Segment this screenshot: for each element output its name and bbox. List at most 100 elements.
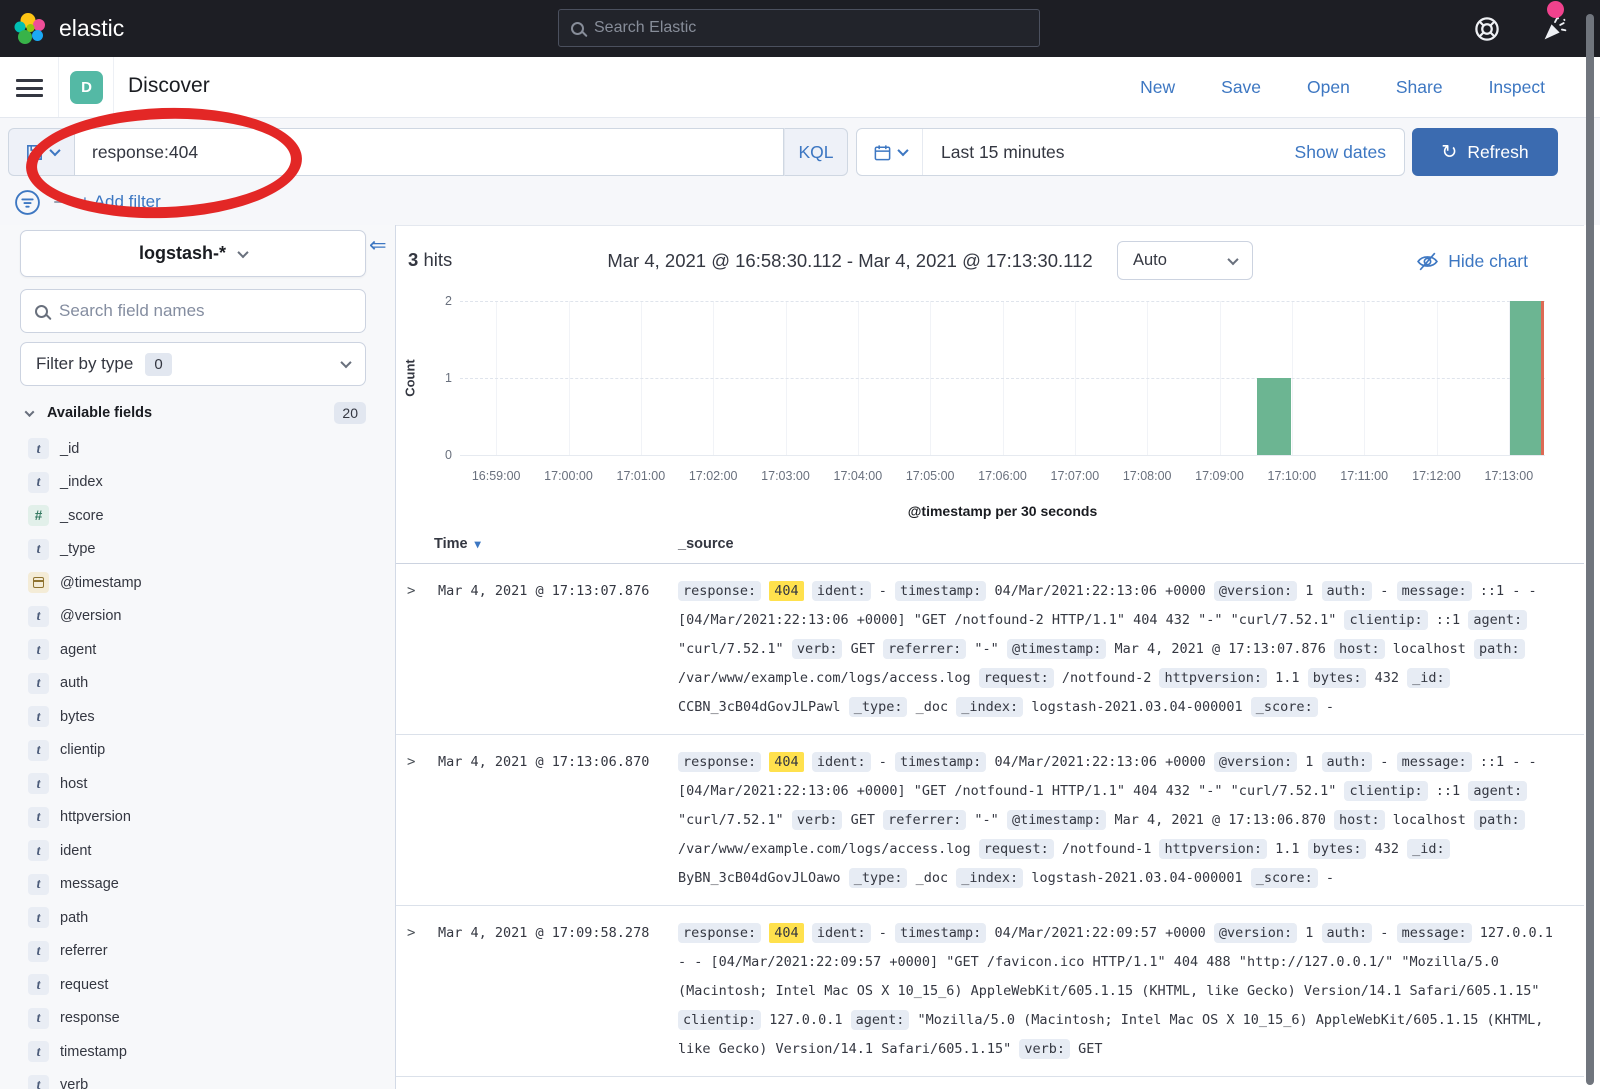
query-language-button[interactable]: KQL — [784, 128, 848, 176]
highlighted-value: 404 — [769, 581, 803, 601]
field-item-request[interactable]: trequest — [20, 968, 395, 1002]
filter-icon[interactable] — [14, 189, 41, 216]
time-range-label[interactable]: Last 15 minutes — [923, 142, 1065, 163]
field-search-input[interactable] — [59, 301, 351, 321]
field-item-host[interactable]: thost — [20, 767, 395, 801]
chevron-down-icon — [49, 145, 60, 156]
field-value: "-" — [974, 641, 998, 657]
query-input[interactable] — [92, 142, 766, 163]
nav-action-new[interactable]: New — [1140, 77, 1175, 98]
x-tick-label: 17:09:00 — [1195, 469, 1244, 483]
string-field-icon: t — [28, 606, 49, 627]
field-key-badge: host: — [1334, 639, 1385, 659]
nav-action-save[interactable]: Save — [1221, 77, 1261, 98]
global-search[interactable] — [558, 9, 1040, 47]
field-name: bytes — [60, 709, 95, 725]
field-item-@version[interactable]: t@version — [20, 600, 395, 634]
filter-by-type-select[interactable]: Filter by type 0 — [20, 342, 366, 386]
x-tick-label: 17:12:00 — [1412, 469, 1461, 483]
interval-select[interactable]: Auto — [1117, 241, 1253, 280]
x-axis-title: @timestamp per 30 seconds — [460, 503, 1545, 519]
field-item-_score[interactable]: #_score — [20, 499, 395, 533]
field-value: ::1 — [1436, 612, 1460, 628]
field-item-@timestamp[interactable]: @timestamp — [20, 566, 395, 600]
field-key-badge: @version: — [1214, 923, 1297, 943]
time-cell: Mar 4, 2021 @ 17:13:06.870 — [438, 748, 678, 893]
field-key-badge: request: — [979, 668, 1054, 688]
histogram-bar-17:09:30[interactable] — [1257, 378, 1291, 455]
field-item-auth[interactable]: tauth — [20, 667, 395, 701]
saved-query-menu-button[interactable] — [8, 128, 74, 176]
index-pattern-label: logstash-* — [139, 243, 226, 264]
field-key-badge: _type: — [849, 697, 908, 717]
table-row: >Mar 4, 2021 @ 17:09:58.278response: 404… — [396, 906, 1584, 1077]
field-item-clientip[interactable]: tclientip — [20, 734, 395, 768]
menu-hamburger-icon[interactable] — [16, 79, 43, 97]
add-filter-link[interactable]: + Add filter — [80, 192, 161, 212]
nav-action-open[interactable]: Open — [1307, 77, 1350, 98]
field-key-badge: timestamp: — [895, 923, 986, 943]
chevron-down-icon — [1227, 253, 1238, 264]
histogram-bar-17:13:00[interactable] — [1510, 301, 1544, 455]
field-key-badge: verb: — [1019, 1039, 1070, 1059]
available-fields-header[interactable]: Available fields 20 — [20, 397, 366, 429]
field-key-badge: @timestamp: — [1007, 810, 1106, 830]
field-item-agent[interactable]: tagent — [20, 633, 395, 667]
discover-app-badge[interactable]: D — [70, 71, 103, 104]
field-key-badge: bytes: — [1308, 668, 1367, 688]
x-tick-label: 17:03:00 — [761, 469, 810, 483]
field-item-_index[interactable]: t_index — [20, 466, 395, 500]
chevron-down-icon — [340, 357, 351, 368]
nav-action-inspect[interactable]: Inspect — [1489, 77, 1545, 98]
field-search[interactable] — [20, 289, 366, 333]
field-value: _doc — [916, 699, 949, 715]
time-cell: Mar 4, 2021 @ 17:09:58.278 — [438, 919, 678, 1064]
hits-label: hits — [423, 249, 452, 270]
scrollbar-thumb[interactable] — [1586, 14, 1594, 1085]
hide-chart-button[interactable]: Hide chart — [1416, 250, 1528, 273]
x-tick-label: 17:01:00 — [616, 469, 665, 483]
nav-action-share[interactable]: Share — [1396, 77, 1443, 98]
field-key-badge: _index: — [956, 868, 1023, 888]
field-value: _doc — [916, 870, 949, 886]
field-key-badge: httpversion: — [1159, 668, 1267, 688]
divider — [113, 57, 114, 117]
field-item-verb[interactable]: tverb — [20, 1069, 395, 1089]
date-quick-select-button[interactable] — [857, 129, 923, 175]
field-item-referrer[interactable]: treferrer — [20, 935, 395, 969]
field-name: @timestamp — [60, 575, 142, 591]
expand-row-button[interactable]: > — [402, 919, 438, 1064]
index-pattern-selector[interactable]: logstash-* — [20, 230, 366, 277]
newsfeed-party-popper-icon[interactable] — [1540, 14, 1570, 44]
field-key-badge: ident: — [812, 581, 871, 601]
field-item-ident[interactable]: tident — [20, 834, 395, 868]
expand-row-button[interactable]: > — [402, 577, 438, 722]
field-value: - — [1326, 870, 1334, 886]
field-item-message[interactable]: tmessage — [20, 868, 395, 902]
field-value: 432 — [1375, 670, 1399, 686]
global-search-input[interactable] — [594, 19, 1027, 37]
show-dates-link[interactable]: Show dates — [1295, 142, 1404, 163]
y-axis-title: Count — [403, 359, 418, 397]
field-item-bytes[interactable]: tbytes — [20, 700, 395, 734]
string-field-icon: t — [28, 840, 49, 861]
field-name: _id — [60, 441, 79, 457]
help-ring-icon[interactable] — [1472, 14, 1502, 44]
table-rows: >Mar 4, 2021 @ 17:13:07.876response: 404… — [396, 564, 1584, 1077]
field-item-path[interactable]: tpath — [20, 901, 395, 935]
expand-row-button[interactable]: > — [402, 748, 438, 893]
field-item-timestamp[interactable]: ttimestamp — [20, 1035, 395, 1069]
field-value: /notfound-1 — [1062, 841, 1151, 857]
field-item-_type[interactable]: t_type — [20, 533, 395, 567]
refresh-button[interactable]: ↻ Refresh — [1412, 128, 1558, 176]
column-header-time[interactable]: Time ▾ — [434, 536, 481, 552]
field-item-httpversion[interactable]: thttpversion — [20, 801, 395, 835]
collapse-sidebar-icon[interactable]: ⇐ — [369, 233, 387, 257]
field-name: clientip — [60, 742, 105, 758]
field-value: 1 — [1305, 754, 1313, 770]
field-key-badge: host: — [1334, 810, 1385, 830]
field-name: httpversion — [60, 809, 131, 825]
field-key-badge: timestamp: — [895, 752, 986, 772]
field-item-_id[interactable]: t_id — [20, 432, 395, 466]
field-item-response[interactable]: tresponse — [20, 1002, 395, 1036]
